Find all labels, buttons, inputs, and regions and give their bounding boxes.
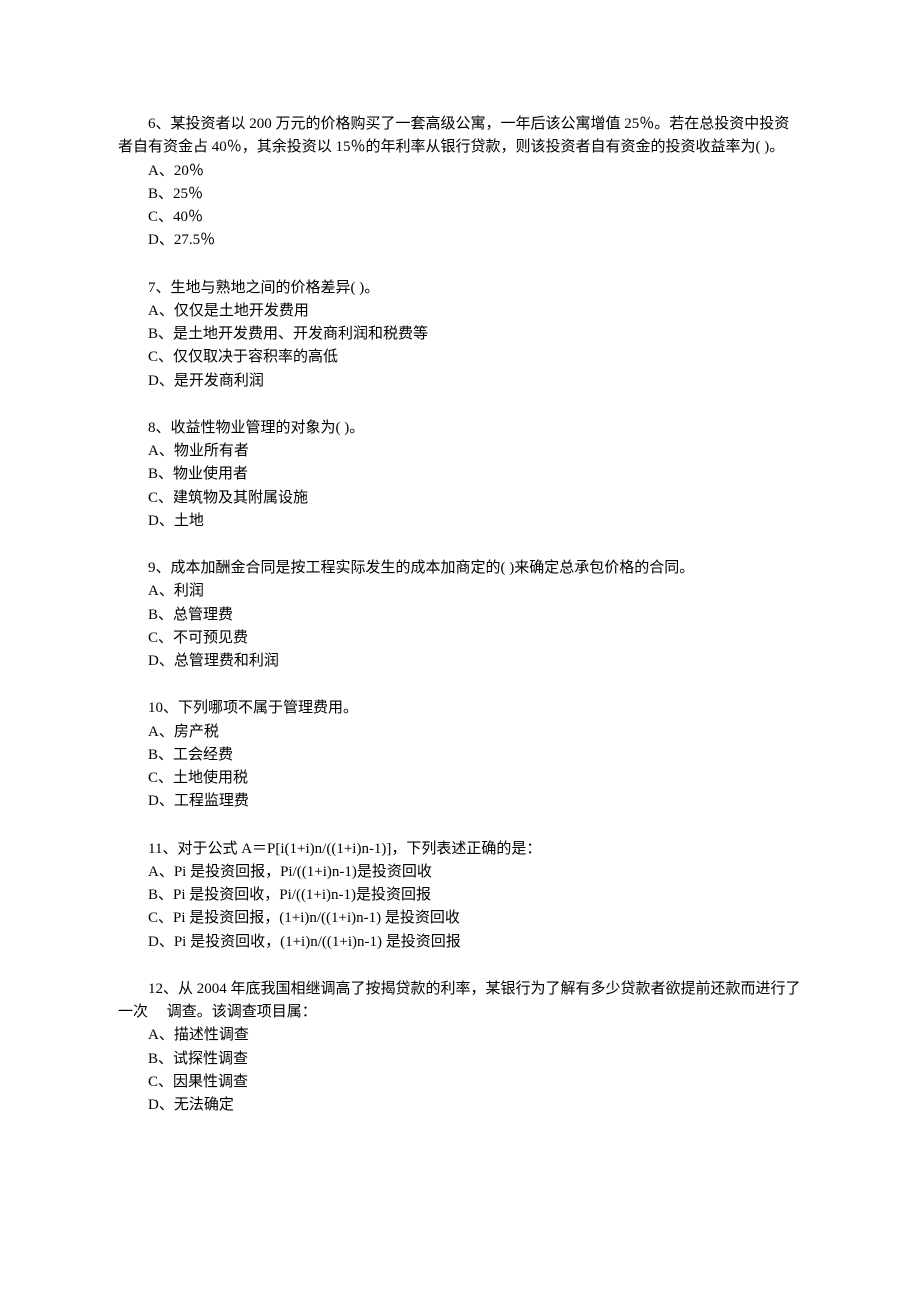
- option-c: C、Pi 是投资回报，(1+i)n/((1+i)n-1) 是投资回收: [118, 907, 802, 930]
- option-b: B、总管理费: [118, 604, 802, 627]
- question-7: 7、生地与熟地之间的价格差异( )。 A、仅仅是土地开发费用 B、是土地开发费用…: [118, 277, 802, 393]
- question-6: 6、某投资者以 200 万元的价格购买了一套高级公寓，一年后该公寓增值 25％。…: [118, 113, 802, 253]
- question-body: 某投资者以 200 万元的价格购买了一套高级公寓，一年后该公寓增值 25％。若在…: [118, 116, 789, 155]
- option-b: B、25％: [118, 183, 802, 206]
- question-body: 成本加酬金合同是按工程实际发生的成本加商定的( )来确定总承包价格的合同。: [171, 560, 695, 576]
- question-12: 12、从 2004 年底我国相继调高了按揭贷款的利率，某银行为了解有多少贷款者欲…: [118, 978, 802, 1118]
- option-d: D、工程监理费: [118, 790, 802, 813]
- option-a: A、Pi 是投资回报，Pi/((1+i)n-1)是投资回收: [118, 861, 802, 884]
- question-body: 生地与熟地之间的价格差异( )。: [171, 280, 380, 296]
- question-body: 收益性物业管理的对象为( )。: [171, 420, 365, 436]
- option-b: B、物业使用者: [118, 463, 802, 486]
- question-text: 6、某投资者以 200 万元的价格购买了一套高级公寓，一年后该公寓增值 25％。…: [118, 113, 802, 160]
- question-number: 12、: [148, 981, 178, 997]
- option-d: D、27.5％: [118, 229, 802, 252]
- question-body: 对于公式 A＝P[i(1+i)n/((1+i)n-1)]，下列表述正确的是：: [177, 841, 541, 857]
- option-b: B、工会经费: [118, 744, 802, 767]
- question-10: 10、下列哪项不属于管理费用。 A、房产税 B、工会经费 C、土地使用税 D、工…: [118, 697, 802, 813]
- option-c: C、40％: [118, 206, 802, 229]
- option-a: A、20％: [118, 160, 802, 183]
- option-a: A、房产税: [118, 721, 802, 744]
- option-d: D、总管理费和利润: [118, 650, 802, 673]
- option-c: C、不可预见费: [118, 627, 802, 650]
- option-d: D、无法确定: [118, 1094, 802, 1117]
- question-number: 7、: [148, 280, 171, 296]
- question-11: 11、对于公式 A＝P[i(1+i)n/((1+i)n-1)]，下列表述正确的是…: [118, 838, 802, 954]
- question-text: 9、成本加酬金合同是按工程实际发生的成本加商定的( )来确定总承包价格的合同。: [118, 557, 802, 580]
- option-c: C、土地使用税: [118, 767, 802, 790]
- option-c: C、建筑物及其附属设施: [118, 487, 802, 510]
- option-a: A、利润: [118, 580, 802, 603]
- question-text: 7、生地与熟地之间的价格差异( )。: [118, 277, 802, 300]
- option-b: B、试探性调查: [118, 1048, 802, 1071]
- question-body: 下列哪项不属于管理费用。: [178, 700, 358, 716]
- option-a: A、仅仅是土地开发费用: [118, 300, 802, 323]
- option-b: B、是土地开发费用、开发商利润和税费等: [118, 323, 802, 346]
- question-text: 12、从 2004 年底我国相继调高了按揭贷款的利率，某银行为了解有多少贷款者欲…: [118, 978, 802, 1025]
- question-text: 11、对于公式 A＝P[i(1+i)n/((1+i)n-1)]，下列表述正确的是…: [118, 838, 802, 861]
- question-number: 8、: [148, 420, 171, 436]
- question-text: 8、收益性物业管理的对象为( )。: [118, 417, 802, 440]
- option-d: D、Pi 是投资回收，(1+i)n/((1+i)n-1) 是投资回报: [118, 931, 802, 954]
- document-content: 6、某投资者以 200 万元的价格购买了一套高级公寓，一年后该公寓增值 25％。…: [118, 113, 802, 1117]
- question-number: 11、: [148, 841, 177, 857]
- option-a: A、描述性调查: [118, 1024, 802, 1047]
- option-c: C、仅仅取决于容积率的高低: [118, 346, 802, 369]
- question-text: 10、下列哪项不属于管理费用。: [118, 697, 802, 720]
- option-d: D、土地: [118, 510, 802, 533]
- option-c: C、因果性调查: [118, 1071, 802, 1094]
- question-body: 从 2004 年底我国相继调高了按揭贷款的利率，某银行为了解有多少贷款者欲提前还…: [118, 981, 801, 1020]
- option-d: D、是开发商利润: [118, 370, 802, 393]
- question-9: 9、成本加酬金合同是按工程实际发生的成本加商定的( )来确定总承包价格的合同。 …: [118, 557, 802, 673]
- option-b: B、Pi 是投资回收，Pi/((1+i)n-1)是投资回报: [118, 884, 802, 907]
- option-a: A、物业所有者: [118, 440, 802, 463]
- question-number: 10、: [148, 700, 178, 716]
- question-number: 6、: [148, 116, 171, 132]
- question-number: 9、: [148, 560, 171, 576]
- question-8: 8、收益性物业管理的对象为( )。 A、物业所有者 B、物业使用者 C、建筑物及…: [118, 417, 802, 533]
